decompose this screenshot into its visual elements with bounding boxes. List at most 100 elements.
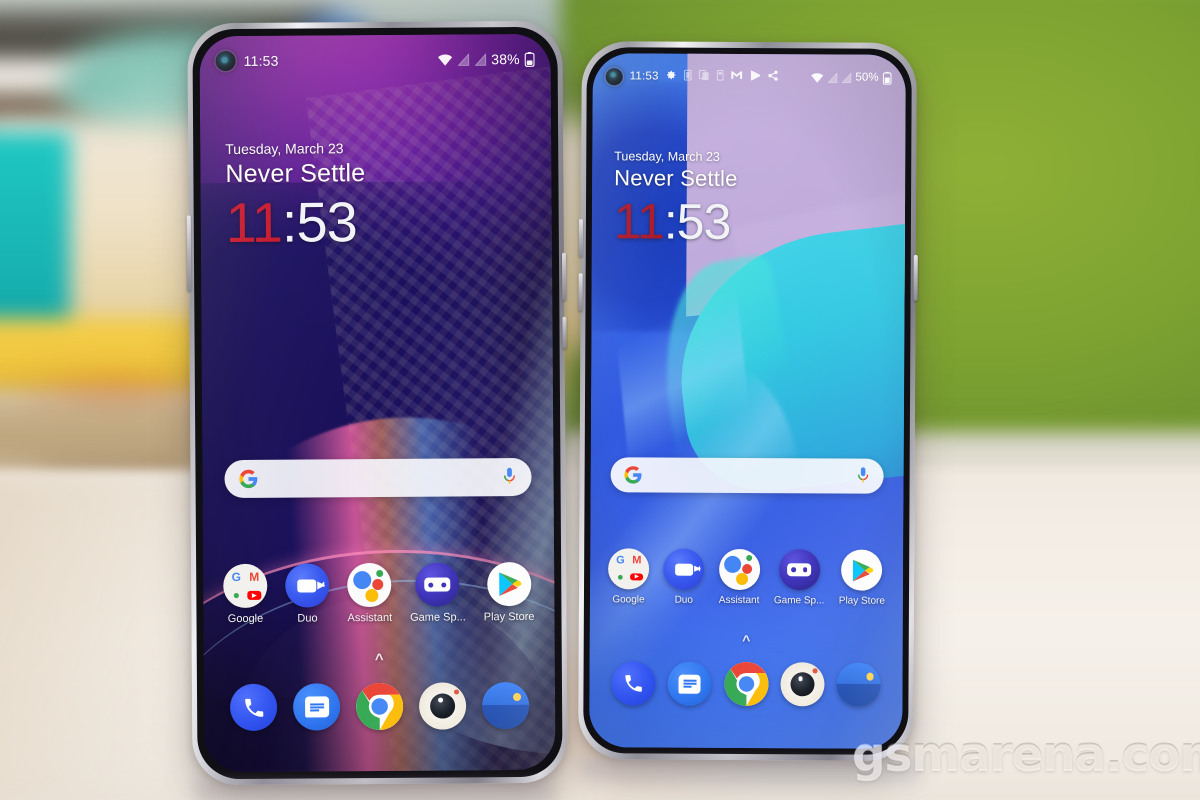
phone-right-screen[interactable]: 11:53 50% Tuesday, March 23 Never Settle… bbox=[589, 53, 906, 749]
battery-percent-label: 38% bbox=[491, 50, 520, 68]
widget-clock-hours: 11 bbox=[225, 190, 283, 255]
phone-right-app-row: G M ● ► Google Duo Assistant Game Sp... … bbox=[608, 548, 885, 607]
duo-icon bbox=[285, 563, 330, 608]
status-time: 11:53 bbox=[629, 70, 659, 83]
battery-icon bbox=[882, 71, 892, 85]
phone-right-clock-widget[interactable]: Tuesday, March 23 Never Settle 11 :53 bbox=[613, 149, 738, 250]
phone-left-reflection bbox=[195, 782, 555, 800]
google-g-icon bbox=[624, 466, 642, 484]
app-label: Google bbox=[612, 594, 645, 606]
app-drawer-indicator[interactable]: ^ bbox=[204, 650, 555, 669]
gsmarena-watermark: gsmarena.com bbox=[852, 726, 1200, 782]
phone-right-volume-up-button[interactable] bbox=[578, 219, 583, 258]
widget-date: Tuesday, March 23 bbox=[614, 149, 720, 164]
phone-right-power-button[interactable] bbox=[913, 254, 918, 301]
phone-left-power-button[interactable] bbox=[561, 252, 567, 301]
microphone-icon[interactable] bbox=[501, 467, 517, 487]
gallery-icon[interactable] bbox=[481, 681, 530, 730]
gear-icon bbox=[666, 69, 677, 84]
widget-slogan: Never Settle bbox=[614, 165, 738, 191]
app-label: Assistant bbox=[347, 611, 393, 625]
widget-clock: 11 :53 bbox=[225, 190, 366, 255]
signal-sim2-icon bbox=[474, 52, 486, 66]
app-label: Assistant bbox=[718, 594, 760, 607]
assistant-icon bbox=[347, 562, 392, 608]
widget-clock: 11 :53 bbox=[613, 193, 738, 250]
assistant-icon bbox=[718, 548, 760, 591]
app-assistant[interactable]: Assistant bbox=[718, 548, 760, 607]
app-label: Google bbox=[227, 612, 264, 626]
phone-right-volume-down-button[interactable] bbox=[578, 273, 583, 312]
google-g-icon bbox=[239, 469, 258, 489]
game-space-icon bbox=[778, 549, 820, 591]
camera-icon[interactable] bbox=[780, 662, 825, 707]
front-camera-punch-hole bbox=[605, 67, 623, 85]
play-store-icon bbox=[841, 549, 883, 591]
play-store-icon bbox=[486, 561, 532, 607]
phone-left-oneplus-9-pro[interactable]: 11:53 38% Tuesday, March 23 Never Settle… bbox=[186, 20, 568, 786]
screen-record-icon bbox=[683, 69, 692, 84]
phone-left-dock bbox=[229, 681, 530, 732]
app-label: Duo bbox=[297, 612, 318, 625]
google-search-bar[interactable] bbox=[224, 457, 532, 499]
phone-left-screen[interactable]: 11:53 38% Tuesday, March 23 Never Settle… bbox=[199, 33, 556, 773]
app-label: Play Store bbox=[483, 610, 535, 624]
phone-left-clock-widget[interactable]: Tuesday, March 23 Never Settle 11 :53 bbox=[225, 140, 366, 255]
gallery-icon[interactable] bbox=[836, 662, 881, 707]
app-game-space[interactable]: Game Sp... bbox=[774, 549, 825, 606]
widget-date: Tuesday, March 23 bbox=[225, 140, 344, 158]
chrome-icon[interactable] bbox=[355, 682, 404, 731]
front-camera-punch-hole bbox=[215, 50, 236, 72]
status-time: 11:53 bbox=[243, 52, 279, 69]
google-search-bar[interactable] bbox=[610, 457, 884, 494]
widget-clock-minutes: :53 bbox=[663, 193, 731, 250]
google-folder-icon: G M ● ► bbox=[608, 548, 650, 590]
phone-left-volume-buttons[interactable] bbox=[186, 215, 192, 292]
copy-icon bbox=[698, 69, 710, 84]
phone-right-dock bbox=[611, 661, 881, 707]
gmail-icon bbox=[731, 70, 743, 84]
product-photo-scene: 11:53 38% Tuesday, March 23 Never Settle… bbox=[0, 0, 1200, 800]
camera-icon[interactable] bbox=[418, 682, 467, 730]
share-icon bbox=[768, 70, 779, 85]
app-label: Game Sp... bbox=[773, 595, 825, 607]
app-label: Duo bbox=[674, 594, 693, 606]
signal-sim1-icon bbox=[457, 52, 469, 66]
microphone-icon[interactable] bbox=[856, 467, 871, 486]
phone-right-status-bar: 11:53 50% bbox=[605, 66, 892, 87]
widget-slogan: Never Settle bbox=[225, 159, 366, 189]
battery-percent-label: 50% bbox=[855, 71, 879, 84]
google-folder-icon: G M ● ► bbox=[223, 563, 268, 609]
widget-clock-hours: 11 bbox=[613, 193, 664, 250]
signal-sim2-icon bbox=[841, 71, 851, 83]
app-duo[interactable]: Duo bbox=[285, 563, 330, 625]
messages-icon[interactable] bbox=[667, 661, 712, 706]
app-google-folder[interactable]: G M ● ► Google bbox=[608, 548, 650, 606]
phone-right-oneplus-9[interactable]: 11:53 50% Tuesday, March 23 Never Settle… bbox=[578, 41, 918, 761]
phone-icon[interactable] bbox=[229, 683, 278, 732]
play-icon bbox=[750, 70, 761, 85]
signal-sim1-icon bbox=[827, 71, 837, 83]
battery-saver-icon bbox=[716, 69, 724, 85]
widget-clock-minutes: :53 bbox=[281, 190, 357, 254]
messages-icon[interactable] bbox=[292, 683, 341, 731]
phone-icon[interactable] bbox=[611, 661, 656, 706]
app-google-folder[interactable]: G M ● ► Google bbox=[223, 563, 268, 626]
app-game-space[interactable]: Game Sp... bbox=[410, 562, 466, 624]
app-label: Game Sp... bbox=[410, 611, 466, 624]
app-label: Play Store bbox=[838, 595, 885, 607]
app-duo[interactable]: Duo bbox=[663, 548, 705, 606]
game-space-icon bbox=[415, 562, 460, 607]
wifi-icon bbox=[437, 54, 452, 66]
phone-left-alert-slider[interactable] bbox=[562, 316, 567, 349]
app-play-store[interactable]: Play Store bbox=[483, 561, 535, 624]
app-play-store[interactable]: Play Store bbox=[838, 549, 885, 607]
battery-icon bbox=[524, 51, 535, 67]
app-drawer-indicator[interactable]: ^ bbox=[590, 631, 903, 649]
chrome-icon[interactable] bbox=[723, 661, 769, 707]
phone-left-status-bar: 11:53 38% bbox=[215, 48, 535, 72]
phone-left-app-row: G M ● ► Google Duo Assistant Game Sp... … bbox=[223, 561, 535, 626]
app-assistant[interactable]: Assistant bbox=[347, 562, 393, 625]
duo-icon bbox=[663, 548, 705, 590]
wifi-icon bbox=[810, 72, 823, 83]
